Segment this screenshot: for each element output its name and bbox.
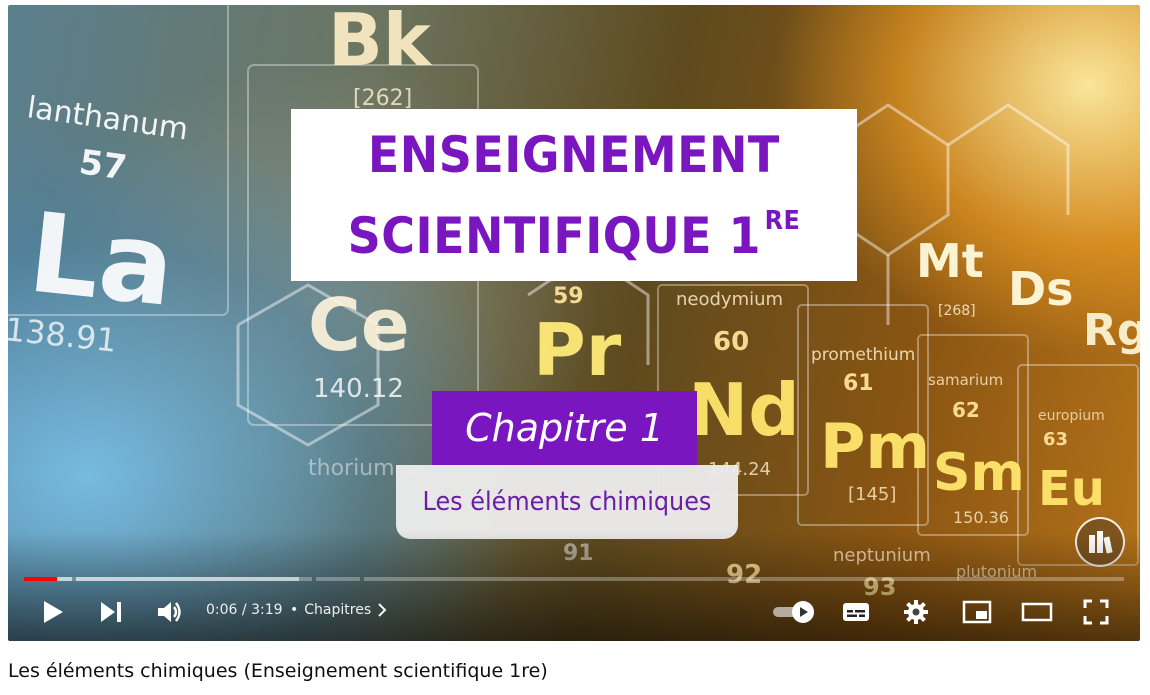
fullscreen-button[interactable] xyxy=(1080,597,1112,627)
bg-nd-number: 60 xyxy=(713,327,749,357)
bg-la-number: 57 xyxy=(77,142,129,188)
skip-next-icon xyxy=(101,602,121,622)
subtitle-banner: Les éléments chimiques xyxy=(396,465,738,539)
bg-pm-number: 61 xyxy=(843,371,874,396)
fullscreen-icon xyxy=(1083,599,1109,625)
bg-europium: europium xyxy=(1038,408,1105,424)
time-display: 0:06 / 3:19 xyxy=(206,602,283,618)
next-button[interactable] xyxy=(96,597,126,627)
bg-lanthanum: lanthanum xyxy=(25,90,190,147)
bg-ce: Ce xyxy=(308,283,410,367)
chapter-marker xyxy=(72,577,76,581)
miniplayer-button[interactable] xyxy=(960,597,994,627)
bg-eu-number: 63 xyxy=(1043,429,1068,450)
bg-sm: Sm xyxy=(933,443,1025,503)
chapters-bullet: • xyxy=(290,602,299,618)
duration: 3:19 xyxy=(251,602,283,618)
video-title: Les éléments chimiques (Enseignement sci… xyxy=(8,660,548,682)
bg-eu: Eu xyxy=(1038,461,1105,517)
chevron-right-icon xyxy=(378,603,387,617)
theater-mode-icon xyxy=(1021,602,1053,622)
bg-neodymium: neodymium xyxy=(676,289,783,310)
autoplay-toggle-icon xyxy=(773,601,814,623)
chapter-label: Chapitre 1 xyxy=(465,406,664,450)
bg-promethium: promethium xyxy=(811,345,915,365)
subtitles-button[interactable] xyxy=(840,597,872,627)
play-button[interactable] xyxy=(38,597,68,627)
progress-bar[interactable] xyxy=(24,577,1124,581)
current-time: 0:06 xyxy=(206,602,238,618)
bg-mt: Mt xyxy=(916,234,984,288)
gear-icon xyxy=(904,600,928,624)
bg-rg: Rg xyxy=(1083,305,1140,356)
settings-button[interactable] xyxy=(900,597,932,627)
chapters-label: Chapitres xyxy=(304,602,372,618)
bg-pm: Pm xyxy=(820,410,930,483)
progress-buffered xyxy=(24,577,299,581)
miniplayer-icon xyxy=(962,600,992,624)
chapters-button[interactable]: • Chapitres xyxy=(290,602,387,618)
play-icon xyxy=(44,601,63,623)
bg-nd: Nd xyxy=(688,368,800,452)
subtitle-label: Les éléments chimiques xyxy=(422,487,712,517)
volume-button[interactable] xyxy=(154,597,186,627)
progress-played xyxy=(24,577,57,581)
bg-bk: Bk xyxy=(328,5,433,82)
bg-ds: Ds xyxy=(1008,262,1074,316)
subtitles-icon xyxy=(843,603,869,621)
time-separator: / xyxy=(241,602,247,618)
chapter-banner: Chapitre 1 xyxy=(432,391,697,465)
bg-la: La xyxy=(23,189,180,331)
theater-mode-button[interactable] xyxy=(1020,597,1054,627)
chapter-marker xyxy=(360,577,364,581)
bg-samarium: samarium xyxy=(928,371,1003,389)
title-line-1: ENSEIGNEMENT xyxy=(368,125,780,184)
title-superscript: RE xyxy=(764,205,801,236)
title-card: ENSEIGNEMENT SCIENTIFIQUE 1 RE xyxy=(291,109,857,281)
bg-thorium: thorium xyxy=(308,456,395,481)
autoplay-toggle[interactable] xyxy=(770,597,818,627)
bg-sm-number: 62 xyxy=(952,398,980,422)
title-line-2-text: SCIENTIFIQUE 1 xyxy=(347,206,761,265)
bg-pr: Pr xyxy=(533,308,622,392)
bg-mt-mass: [268] xyxy=(938,303,976,319)
bg-pm-mass: [145] xyxy=(848,484,896,505)
volume-icon xyxy=(158,602,181,622)
bg-bk-mass: [262] xyxy=(353,86,412,111)
bg-ce-mass: 140.12 xyxy=(313,374,404,404)
chapter-marker xyxy=(312,577,316,581)
bg-pr-number: 59 xyxy=(553,284,584,309)
title-line-2: SCIENTIFIQUE 1 RE xyxy=(348,188,801,269)
bg-sm-mass: 150.36 xyxy=(953,508,1009,527)
video-player[interactable]: Bk [262] lanthanum 57 La 138.91 Ce 140.1… xyxy=(8,5,1140,641)
